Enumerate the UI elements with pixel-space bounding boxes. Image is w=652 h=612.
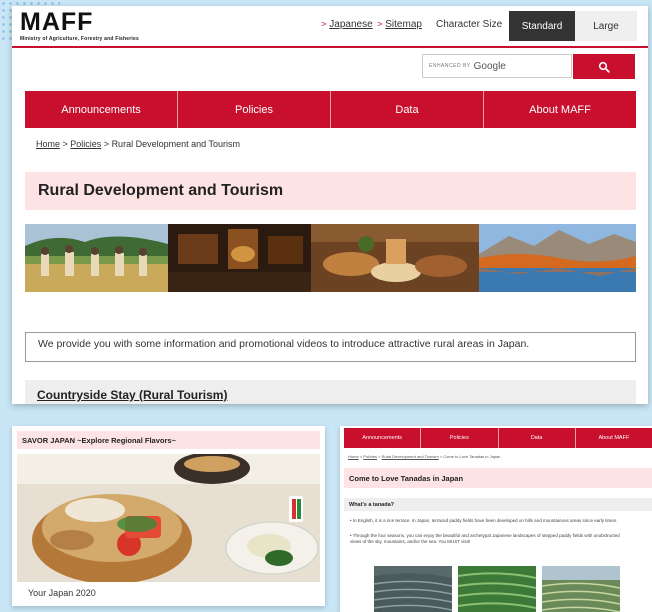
page-title: Rural Development and Tourism	[38, 182, 284, 199]
countryside-stay-link[interactable]: Countryside Stay (Rural Tourism)	[37, 388, 227, 402]
breadcrumb-policies[interactable]: Policies	[70, 139, 101, 149]
page-title-box: Rural Development and Tourism	[25, 172, 636, 210]
tanada-breadcrumb-current: Come to Love Tanadas in Japan	[443, 454, 501, 459]
tanada-title-box: Come to Love Tanadas in Japan	[344, 468, 652, 488]
breadcrumb: Home > Policies > Rural Development and …	[36, 139, 240, 149]
photo-local-food	[311, 224, 479, 292]
tanada-breadcrumb-home[interactable]: Home	[348, 454, 359, 459]
tanada-bullet: • Through the four seasons, you can enjo…	[350, 533, 620, 544]
tanada-subtitle: What's a tanada?	[349, 501, 395, 508]
tanada-bullet-text: Through the four seasons, you can enjoy …	[350, 533, 620, 544]
arrow-right-icon: >	[377, 19, 383, 29]
breadcrumb-home[interactable]: Home	[36, 139, 60, 149]
site-header: MAFF Ministry of Agriculture, Forestry a…	[12, 6, 648, 48]
nav-announcements[interactable]: Announcements	[25, 91, 178, 128]
tanada-nav: Announcements Policies Data About MAFF	[344, 428, 652, 448]
google-label: Google	[473, 60, 506, 72]
main-page-screenshot: MAFF Ministry of Agriculture, Forestry a…	[12, 6, 648, 404]
terrace-photo-3	[542, 566, 620, 612]
savor-title: SAVOR JAPAN ~Explore Regional Flavors~	[22, 435, 176, 445]
tanada-nav-about-maff[interactable]: About MAFF	[576, 428, 652, 448]
bento-food-image	[17, 454, 320, 582]
tanada-page-screenshot: Announcements Policies Data About MAFF H…	[340, 426, 652, 612]
photo-autumn-mountain-lake	[479, 224, 636, 292]
section-heading-box: Countryside Stay (Rural Tourism)	[25, 380, 636, 404]
tanada-bullet-text: In English, it is a rice terrace. In Jap…	[352, 518, 618, 523]
tanada-title: Come to Love Tanadas in Japan	[349, 473, 464, 483]
character-size-label: Character Size	[436, 19, 503, 30]
japanese-link-label: Japanese	[329, 19, 373, 30]
tanada-subtitle-box: What's a tanada?	[344, 498, 652, 511]
sitemap-link-label: Sitemap	[385, 19, 422, 30]
terrace-photo-2	[458, 566, 536, 612]
terrace-photo-1	[374, 566, 452, 612]
tanada-nav-policies[interactable]: Policies	[421, 428, 499, 448]
nav-policies[interactable]: Policies	[178, 91, 331, 128]
intro-text-box: We provide you with some information and…	[25, 332, 636, 362]
tanada-bullet: • In English, it is a rice terrace. In J…	[350, 518, 618, 523]
savor-japan-screenshot: SAVOR JAPAN ~Explore Regional Flavors~ Y…	[12, 426, 325, 606]
enhanced-by-label: ENHANCED BY	[429, 63, 471, 69]
maff-logo[interactable]: MAFF Ministry of Agriculture, Forestry a…	[20, 8, 139, 43]
breadcrumb-separator: >	[60, 139, 71, 149]
main-nav: Announcements Policies Data About MAFF	[25, 91, 636, 128]
japanese-link[interactable]: > Japanese	[321, 19, 373, 30]
standard-size-button[interactable]: Standard	[509, 11, 575, 41]
intro-text: We provide you with some information and…	[38, 338, 530, 350]
search-button[interactable]	[573, 54, 635, 79]
photo-old-house-interior	[168, 224, 311, 292]
nav-data[interactable]: Data	[331, 91, 484, 128]
nav-about-maff[interactable]: About MAFF	[484, 91, 636, 128]
logo-text: MAFF	[20, 8, 94, 36]
tanada-breadcrumb-policies[interactable]: Policies	[363, 454, 377, 459]
photo-banner	[25, 224, 636, 292]
arrow-right-icon: >	[321, 19, 327, 29]
sitemap-link[interactable]: > Sitemap	[377, 19, 422, 30]
savor-title-bar: SAVOR JAPAN ~Explore Regional Flavors~	[17, 431, 320, 449]
large-size-button[interactable]: Large	[575, 11, 637, 41]
breadcrumb-separator: >	[101, 139, 112, 149]
logo-subtitle: Ministry of Agriculture, Forestry and Fi…	[20, 36, 139, 42]
tanada-nav-announcements[interactable]: Announcements	[344, 428, 422, 448]
tanada-breadcrumb-rural[interactable]: Rural Development and Tourism	[382, 454, 439, 459]
tanada-nav-data[interactable]: Data	[499, 428, 576, 448]
search-input[interactable]: ENHANCED BY Google	[422, 54, 572, 78]
search-icon	[598, 61, 610, 73]
breadcrumb-current: Rural Development and Tourism	[111, 139, 240, 149]
photo-rice-harvest	[25, 224, 168, 292]
savor-caption: Your Japan 2020	[28, 588, 96, 598]
tanada-breadcrumb: Home > Policies > Rural Development and …	[348, 454, 501, 459]
